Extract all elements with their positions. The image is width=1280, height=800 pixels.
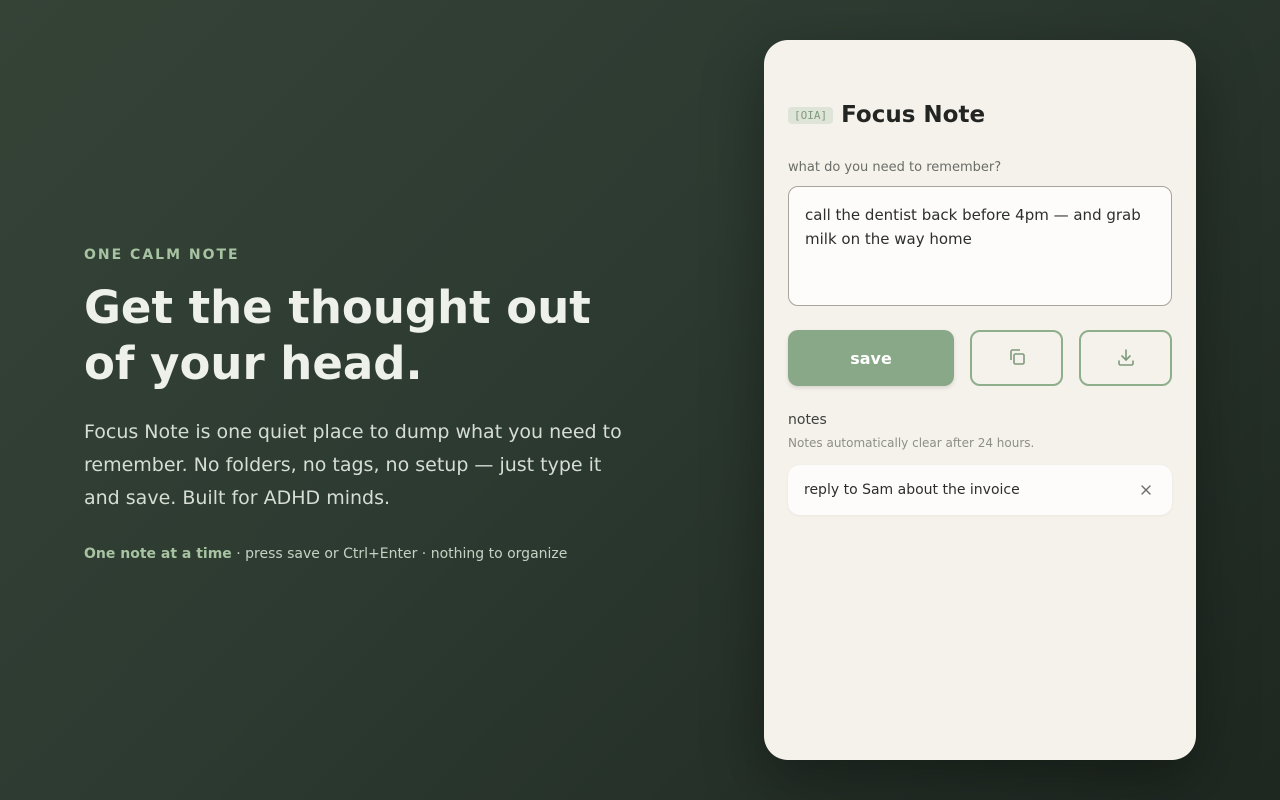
copy-icon <box>1007 347 1027 370</box>
usage-hint-strong: One note at a time <box>84 546 232 562</box>
close-icon[interactable] <box>1136 480 1156 500</box>
download-button[interactable] <box>1079 330 1172 386</box>
list-item: reply to Sam about the invoice <box>788 465 1172 515</box>
note-input-label: what do you need to remember? <box>788 160 1002 175</box>
note-input[interactable]: call the dentist back before 4pm — and g… <box>788 186 1172 306</box>
download-icon <box>1116 347 1136 370</box>
headline: Get the thought out of your head. <box>84 281 591 390</box>
save-button[interactable]: save <box>788 330 954 386</box>
card-title: Focus Note <box>841 102 986 128</box>
app-badge: [OIA] <box>788 106 834 124</box>
eyebrow-label: ONE CALM NOTE <box>84 247 240 263</box>
note-card: [OIA] Focus Note what do you need to rem… <box>764 40 1196 760</box>
notes-subtitle: Notes automatically clear after 24 hours… <box>788 436 1035 450</box>
hero-description: Focus Note is one quiet place to dump wh… <box>84 421 622 509</box>
card-header: [OIA] Focus Note <box>788 102 985 128</box>
usage-hint-rest: · press save or Ctrl+Enter · nothing to … <box>231 546 568 562</box>
notes-heading: notes <box>788 412 827 428</box>
note-text: reply to Sam about the invoice <box>804 482 1020 498</box>
usage-hint: One note at a time · press save or Ctrl+… <box>84 545 684 563</box>
copy-button[interactable] <box>970 330 1063 386</box>
hero-section: ONE CALM NOTE Get the thought out of you… <box>84 246 684 563</box>
